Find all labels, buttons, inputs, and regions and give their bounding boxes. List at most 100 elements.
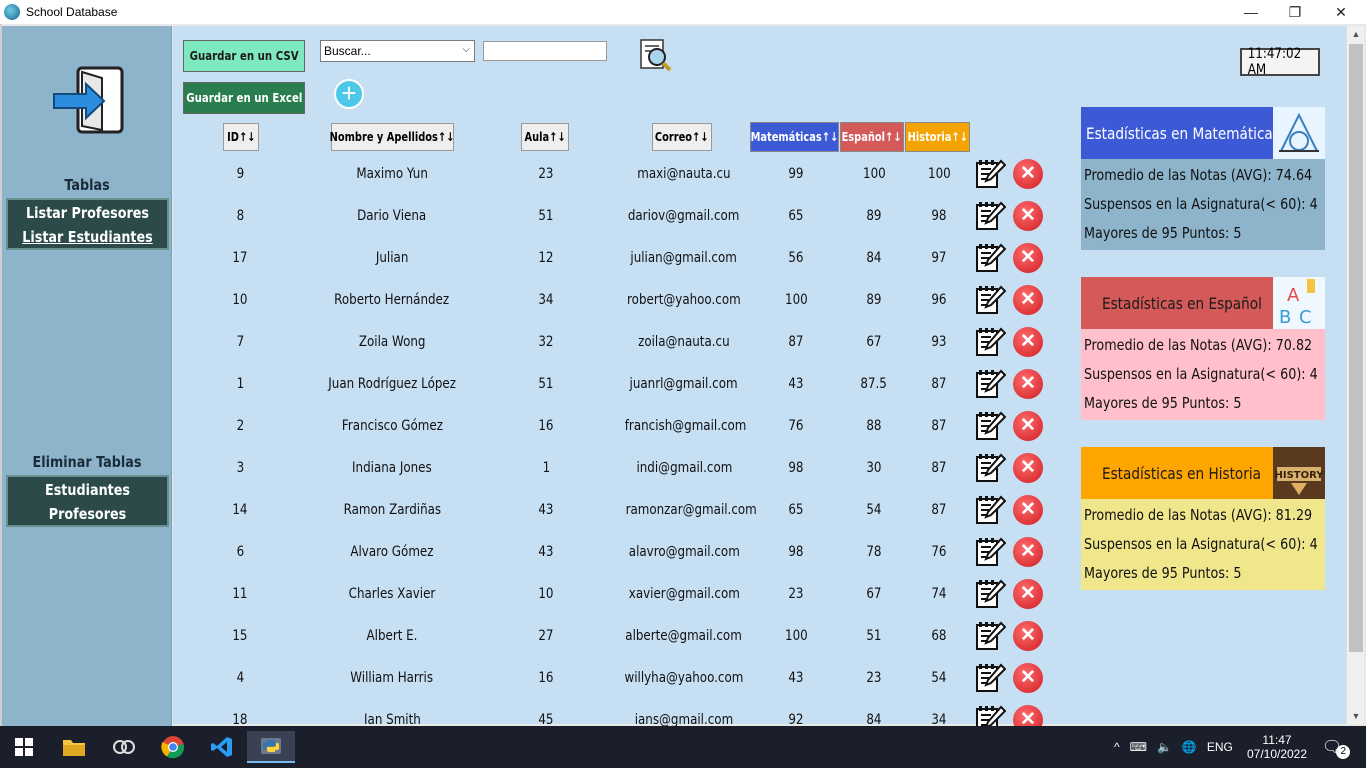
edit-icon[interactable] <box>974 578 1006 610</box>
delete-icon[interactable]: ✕ <box>1013 369 1043 399</box>
minimize-button[interactable]: — <box>1228 0 1274 24</box>
close-button[interactable]: ✕ <box>1318 0 1364 24</box>
stat-failed: Suspensos en la Asignatura(< 60): 4 <box>1084 365 1318 383</box>
sort-history-header[interactable]: Historia↑↓ <box>905 122 970 152</box>
edit-icon[interactable] <box>974 326 1006 358</box>
chrome-icon[interactable] <box>149 731 197 763</box>
edit-icon[interactable] <box>974 410 1006 442</box>
cell-email: robert@yahoo.com <box>627 292 741 308</box>
cell-spanish: 30 <box>866 460 882 476</box>
delete-icon[interactable]: ✕ <box>1013 663 1043 693</box>
cell-name: Albert E. <box>366 628 418 644</box>
delete-students-button[interactable]: Estudiantes <box>20 478 155 502</box>
edit-icon[interactable] <box>974 536 1006 568</box>
delete-teachers-button[interactable]: Profesores <box>20 502 155 526</box>
sort-room-header[interactable]: Aula↑↓ <box>521 123 569 151</box>
stat-average: Promedio de las Notas (AVG): 81.29 <box>1084 506 1313 524</box>
cell-email: zoila@nauta.cu <box>638 334 730 350</box>
add-record-button[interactable]: + <box>334 79 364 109</box>
edit-icon[interactable] <box>974 284 1006 316</box>
stat-average: Promedio de las Notas (AVG): 70.82 <box>1084 336 1313 354</box>
language-indicator[interactable]: ENG <box>1207 740 1233 754</box>
list-students-link[interactable]: Listar Estudiantes <box>20 225 155 249</box>
title-bar: School Database — ❐ ✕ <box>0 0 1366 24</box>
restore-button[interactable]: ❐ <box>1272 0 1318 24</box>
cell-id: 6 <box>236 544 244 560</box>
edit-icon[interactable] <box>974 494 1006 526</box>
network-globe-icon[interactable]: 🌐 <box>1182 740 1197 754</box>
cell-math: 98 <box>788 544 804 560</box>
cell-name: Francisco Gómez <box>341 418 443 434</box>
vertical-scrollbar[interactable]: ▲ ▼ <box>1346 26 1364 724</box>
sort-spanish-header[interactable]: Español↑↓ <box>840 122 904 152</box>
cell-math: 99 <box>788 166 804 182</box>
delete-icon[interactable]: ✕ <box>1013 495 1043 525</box>
stats-card: Estadísticas en Historia HISTORY Promedio … <box>1081 447 1325 590</box>
cell-name: Maximo Yun <box>356 166 428 182</box>
python-icon[interactable] <box>247 731 295 763</box>
cell-spanish: 67 <box>866 334 882 350</box>
cell-spanish: 89 <box>866 292 882 308</box>
search-input[interactable] <box>483 41 607 61</box>
chevron-up-icon[interactable]: ^ <box>1114 740 1120 754</box>
cell-room: 16 <box>538 670 554 686</box>
sort-math-header[interactable]: Matemáticas↑↓ <box>750 122 839 152</box>
ime-icon[interactable]: ⌨ <box>1130 740 1147 754</box>
delete-icon[interactable]: ✕ <box>1013 327 1043 357</box>
cell-email: xavier@gmail.com <box>628 586 740 602</box>
delete-icon[interactable]: ✕ <box>1013 411 1043 441</box>
search-column-select[interactable]: Buscar... ⌵ <box>320 40 475 62</box>
cell-name: Alvaro Gómez <box>350 544 434 560</box>
stats-card-body: Promedio de las Notas (AVG): 81.29 Suspen… <box>1081 499 1325 590</box>
edit-icon[interactable] <box>974 620 1006 652</box>
clock-tray[interactable]: 11:47 07/10/2022 <box>1246 726 1308 768</box>
volume-icon[interactable]: 🔈 <box>1157 740 1172 754</box>
exit-door-icon[interactable] <box>52 66 126 136</box>
edit-icon[interactable] <box>974 662 1006 694</box>
edit-icon[interactable] <box>974 452 1006 484</box>
svg-text:B: B <box>1279 307 1291 328</box>
delete-icon[interactable]: ✕ <box>1013 579 1043 609</box>
cell-room: 32 <box>538 334 554 350</box>
sort-name-header[interactable]: Nombre y Apellidos↑↓ <box>330 123 455 151</box>
cell-id: 4 <box>236 670 244 686</box>
cell-spanish: 84 <box>866 250 882 266</box>
delete-icon[interactable]: ✕ <box>1013 201 1043 231</box>
cell-history: 100 <box>927 166 951 182</box>
delete-icon[interactable]: ✕ <box>1013 243 1043 273</box>
sort-id-header[interactable]: ID↑↓ <box>223 123 259 151</box>
save-csv-button[interactable]: Guardar en un CSV <box>183 40 305 72</box>
scroll-down-icon[interactable]: ▼ <box>1347 708 1365 724</box>
cell-spanish: 51 <box>866 628 882 644</box>
cell-history: 98 <box>931 208 947 224</box>
delete-icon[interactable]: ✕ <box>1013 453 1043 483</box>
delete-icon[interactable]: ✕ <box>1013 159 1043 189</box>
save-excel-button[interactable]: Guardar en un Excel <box>183 82 305 114</box>
scrollbar-thumb[interactable] <box>1349 44 1363 652</box>
cell-room: 34 <box>538 292 554 308</box>
cell-math: 43 <box>788 670 804 686</box>
delete-icon[interactable]: ✕ <box>1013 285 1043 315</box>
edit-icon[interactable] <box>974 368 1006 400</box>
stat-top-scores: Mayores de 95 Puntos: 5 <box>1084 224 1242 242</box>
delete-icon[interactable]: ✕ <box>1013 537 1043 567</box>
delete-icon[interactable]: ✕ <box>1013 621 1043 651</box>
cell-id: 2 <box>236 418 244 434</box>
vscode-icon[interactable] <box>198 731 246 763</box>
cell-name: Charles Xavier <box>348 586 436 602</box>
cell-history: 96 <box>931 292 947 308</box>
search-document-icon[interactable] <box>638 38 672 72</box>
sort-email-header[interactable]: Correo↑↓ <box>652 123 712 151</box>
list-teachers-link[interactable]: Listar Profesores <box>20 201 155 225</box>
edit-icon[interactable] <box>974 242 1006 274</box>
file-explorer-icon[interactable] <box>50 731 98 763</box>
cell-name: Julian <box>375 250 409 266</box>
edit-icon[interactable] <box>974 200 1006 232</box>
cell-room: 12 <box>538 250 554 266</box>
scroll-up-icon[interactable]: ▲ <box>1347 26 1365 42</box>
eye-app-icon[interactable] <box>100 731 148 763</box>
cell-spanish: 23 <box>866 670 882 686</box>
windows-start-icon[interactable] <box>0 731 48 763</box>
edit-icon[interactable] <box>974 158 1006 190</box>
notifications-button[interactable]: 🗨 2 <box>1322 726 1351 768</box>
